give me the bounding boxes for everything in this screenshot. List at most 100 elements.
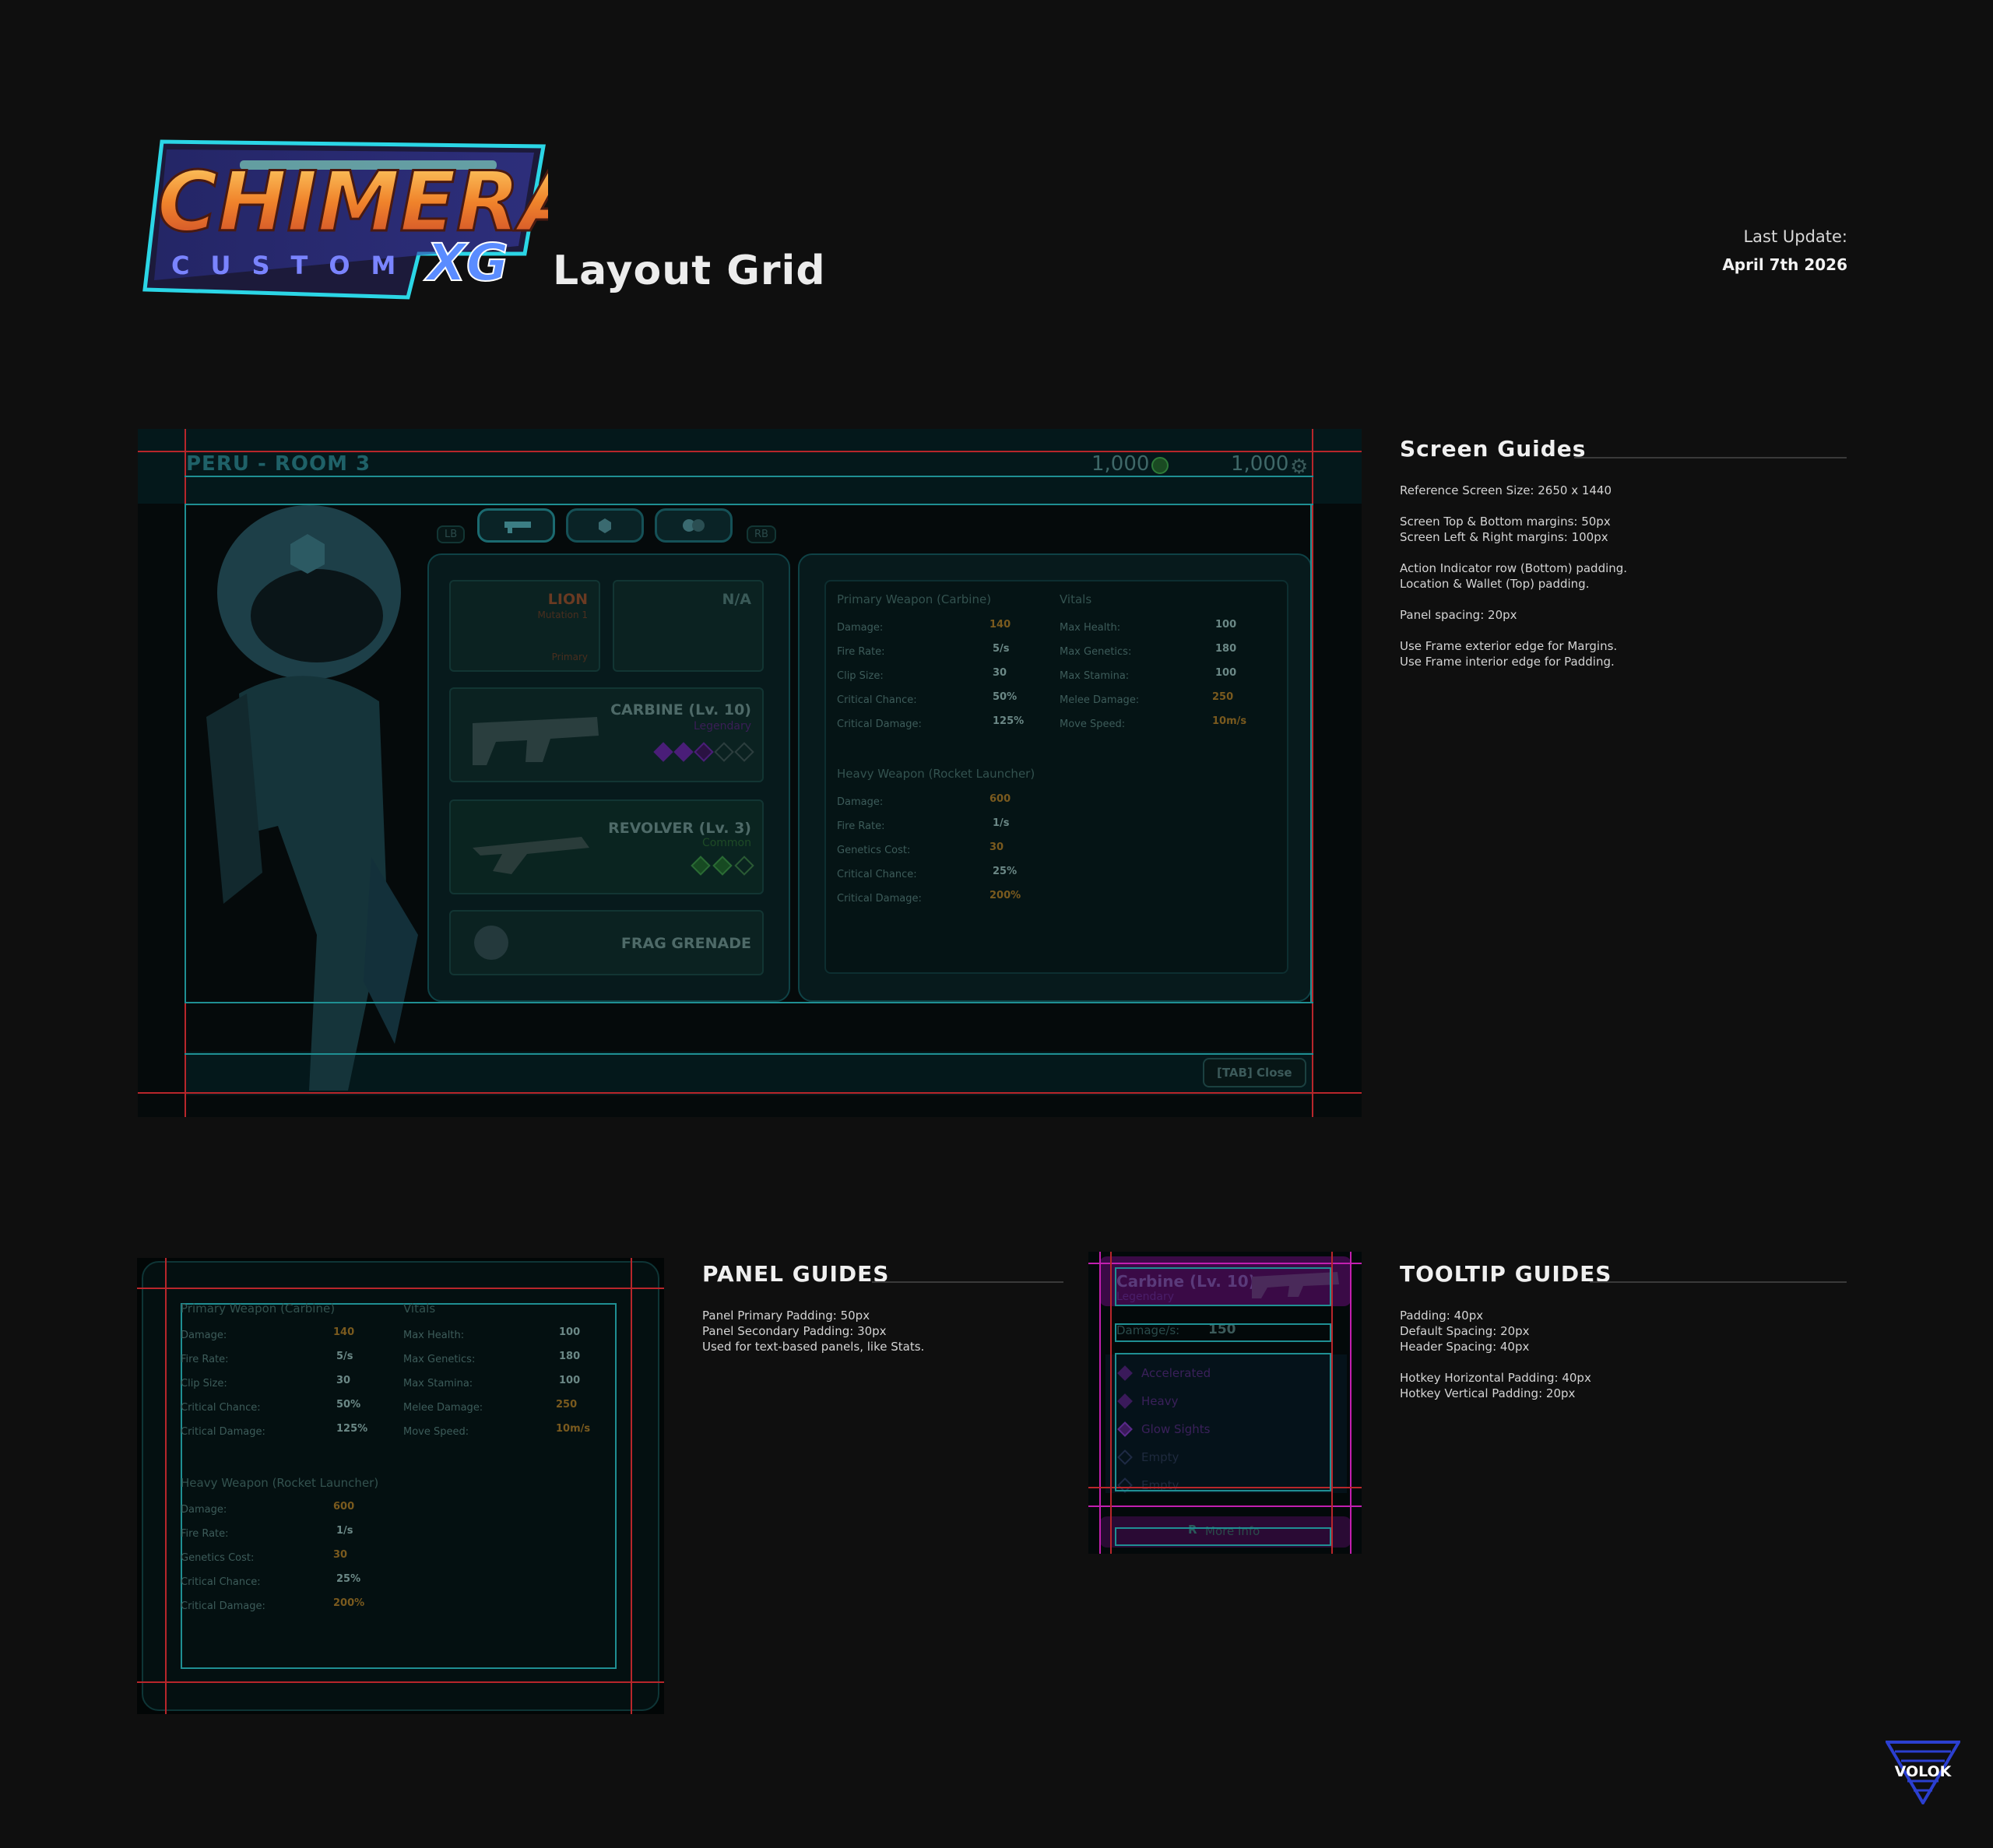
stat-label: Max Stamina: <box>403 1378 473 1390</box>
pg-heavy-stats: Damage: 600 Fire Rate: 1/s Genetics Cost: 3… <box>181 1501 383 1621</box>
close-hotkey[interactable]: [TAB] Close <box>1203 1058 1306 1087</box>
pg-vitals-header: Vitals <box>403 1302 436 1316</box>
genetics-icon <box>1151 457 1169 474</box>
tg-mods-box <box>1115 1353 1331 1491</box>
panel-guides-rule <box>872 1281 1063 1283</box>
stat-value: 1/s <box>336 1525 353 1537</box>
stat-value: 100 <box>1215 667 1237 679</box>
stat-value: 250 <box>1212 691 1234 703</box>
location-title: PERU - ROOM 3 <box>186 452 371 476</box>
screen-guides-text: Reference Screen Size: 2650 x 1440 Scree… <box>1400 483 1836 669</box>
guide-line: Panel Primary Padding: 50px <box>702 1309 870 1323</box>
lb-hotkey[interactable]: LB <box>437 525 466 543</box>
stat-label: Critical Damage: <box>837 893 922 905</box>
grenade-name: FRAG GRENADE <box>620 935 751 952</box>
stat-label: Max Stamina: <box>1060 670 1130 682</box>
stat-label: Damage: <box>837 796 884 808</box>
stat-label: Critical Damage: <box>181 1600 265 1612</box>
stat-label: Damage: <box>181 1504 227 1516</box>
pg-primary-stats: Damage: 140 Fire Rate: 5/s Clip Size: 30 Cr… <box>181 1326 383 1447</box>
guide-spacer <box>1400 498 1836 514</box>
stat-value: 30 <box>989 841 1004 853</box>
stat-value: 30 <box>336 1375 351 1386</box>
tab-gear[interactable] <box>655 508 733 543</box>
stat-label: Melee Damage: <box>403 1402 483 1414</box>
pg-guide-bottom <box>137 1681 664 1683</box>
guide-line: Use Frame interior edge for Padding. <box>1400 655 1615 669</box>
vitals-header: Vitals <box>1060 592 1092 606</box>
stat-value: 30 <box>333 1549 348 1561</box>
pg-heavy-header: Heavy Weapon (Rocket Launcher) <box>181 1476 379 1490</box>
panel-guides-mockup: Primary Weapon (Carbine) Vitals Damage: 1… <box>137 1258 664 1714</box>
guide-top-padding <box>185 476 1313 477</box>
guide-line: Padding: 40px <box>1400 1309 1484 1323</box>
weapon-card-revolver[interactable]: REVOLVER (Lv. 3) Common <box>449 799 764 894</box>
guide-action-row <box>185 1053 1313 1055</box>
stat-label: Max Genetics: <box>1060 646 1132 658</box>
pg-guide-left <box>165 1258 167 1714</box>
na-label: N/A <box>722 591 751 608</box>
tg-header-box <box>1115 1267 1331 1306</box>
grenade-card[interactable]: FRAG GRENADE <box>449 910 764 975</box>
tab-weapons[interactable] <box>477 508 555 543</box>
vitals-stats: Max Health: 100 Max Genetics: 180 Max Stam… <box>1060 619 1262 740</box>
guide-line: Panel spacing: 20px <box>1400 608 1517 622</box>
last-update-label: Last Update: <box>1743 227 1847 246</box>
revolver-icon <box>473 837 589 874</box>
rb-hotkey[interactable]: RB <box>747 525 776 543</box>
weapon-card-carbine[interactable]: CARBINE (Lv. 10) Legendary <box>449 687 764 782</box>
revolver-name: REVOLVER (Lv. 3) <box>608 820 751 837</box>
panel-guides-title: PANEL GUIDES <box>702 1261 890 1287</box>
stat-label: Damage: <box>837 622 884 634</box>
pg-guide-right <box>631 1258 632 1714</box>
page-title: Layout Grid <box>553 248 826 294</box>
stat-value: 30 <box>993 667 1007 679</box>
stat-value: 140 <box>989 619 1011 631</box>
tg-guide-left <box>1099 1252 1101 1554</box>
guide-margin-bottom <box>138 1092 1362 1094</box>
stat-label: Max Health: <box>403 1330 465 1341</box>
volok-wordmark: VOLOK <box>1895 1763 1953 1780</box>
guide-content-bottom <box>185 1002 1313 1003</box>
mutation-slot[interactable]: LION Mutation 1 Primary <box>449 580 600 672</box>
stat-value: 10m/s <box>1212 715 1247 727</box>
guide-content-top <box>185 504 1313 505</box>
stat-value: 25% <box>993 866 1018 877</box>
stat-label: Critical Chance: <box>837 694 917 706</box>
stat-label: Move Speed: <box>1060 718 1126 730</box>
mutation-name: LION <box>547 591 588 608</box>
stat-value: 5/s <box>993 643 1010 655</box>
stat-label: Genetics Cost: <box>181 1552 255 1564</box>
stat-value: 100 <box>1215 619 1237 631</box>
revolver-mod-slots <box>691 855 754 876</box>
tg-guide-red-left <box>1110 1252 1112 1554</box>
tab-mutations[interactable] <box>566 508 644 543</box>
logo-tag: XG <box>424 233 508 293</box>
stat-value: 100 <box>559 1375 581 1386</box>
tooltip-guides-mockup: Carbine (Lv. 10) Legendary Damage/s: 150… <box>1088 1252 1362 1554</box>
guide-content-right <box>1310 504 1312 1002</box>
stat-value: 180 <box>559 1351 581 1362</box>
last-update-date: April 7th 2026 <box>1722 255 1847 274</box>
stat-value: 180 <box>1215 643 1237 655</box>
guide-line: Used for text-based panels, like Stats. <box>702 1340 925 1354</box>
guide-line: Reference Screen Size: 2650 x 1440 <box>1400 483 1612 497</box>
revolver-rarity: Common <box>701 837 751 849</box>
mutation-slot-label: Primary <box>551 652 588 662</box>
carbine-name: CARBINE (Lv. 10) <box>610 701 751 718</box>
stat-value: 100 <box>559 1326 581 1338</box>
mutation-sub: Mutation 1 <box>537 610 588 620</box>
primary-stats: Damage: 140 Fire Rate: 5/s Clip Size: 30 Cr… <box>837 619 1039 740</box>
stat-label: Fire Rate: <box>181 1528 229 1540</box>
tooltip-guides-rule <box>1590 1281 1847 1283</box>
tooltip-guides-text: Padding: 40px Default Spacing: 20px Head… <box>1400 1308 1742 1401</box>
pg-vitals-stats: Max Health: 100 Max Genetics: 180 Max Stam… <box>403 1326 606 1447</box>
stat-label: Max Genetics: <box>403 1354 476 1365</box>
guide-line: Action Indicator row (Bottom) padding. <box>1400 561 1628 575</box>
wallet-genetics: 1,000 <box>1091 452 1150 476</box>
guide-spacer <box>1400 623 1836 638</box>
pg-primary-header: Primary Weapon (Carbine) <box>181 1302 336 1316</box>
carbine-mod-slots <box>653 742 754 762</box>
primary-header: Primary Weapon (Carbine) <box>837 592 992 606</box>
empty-slot[interactable]: N/A <box>613 580 764 672</box>
